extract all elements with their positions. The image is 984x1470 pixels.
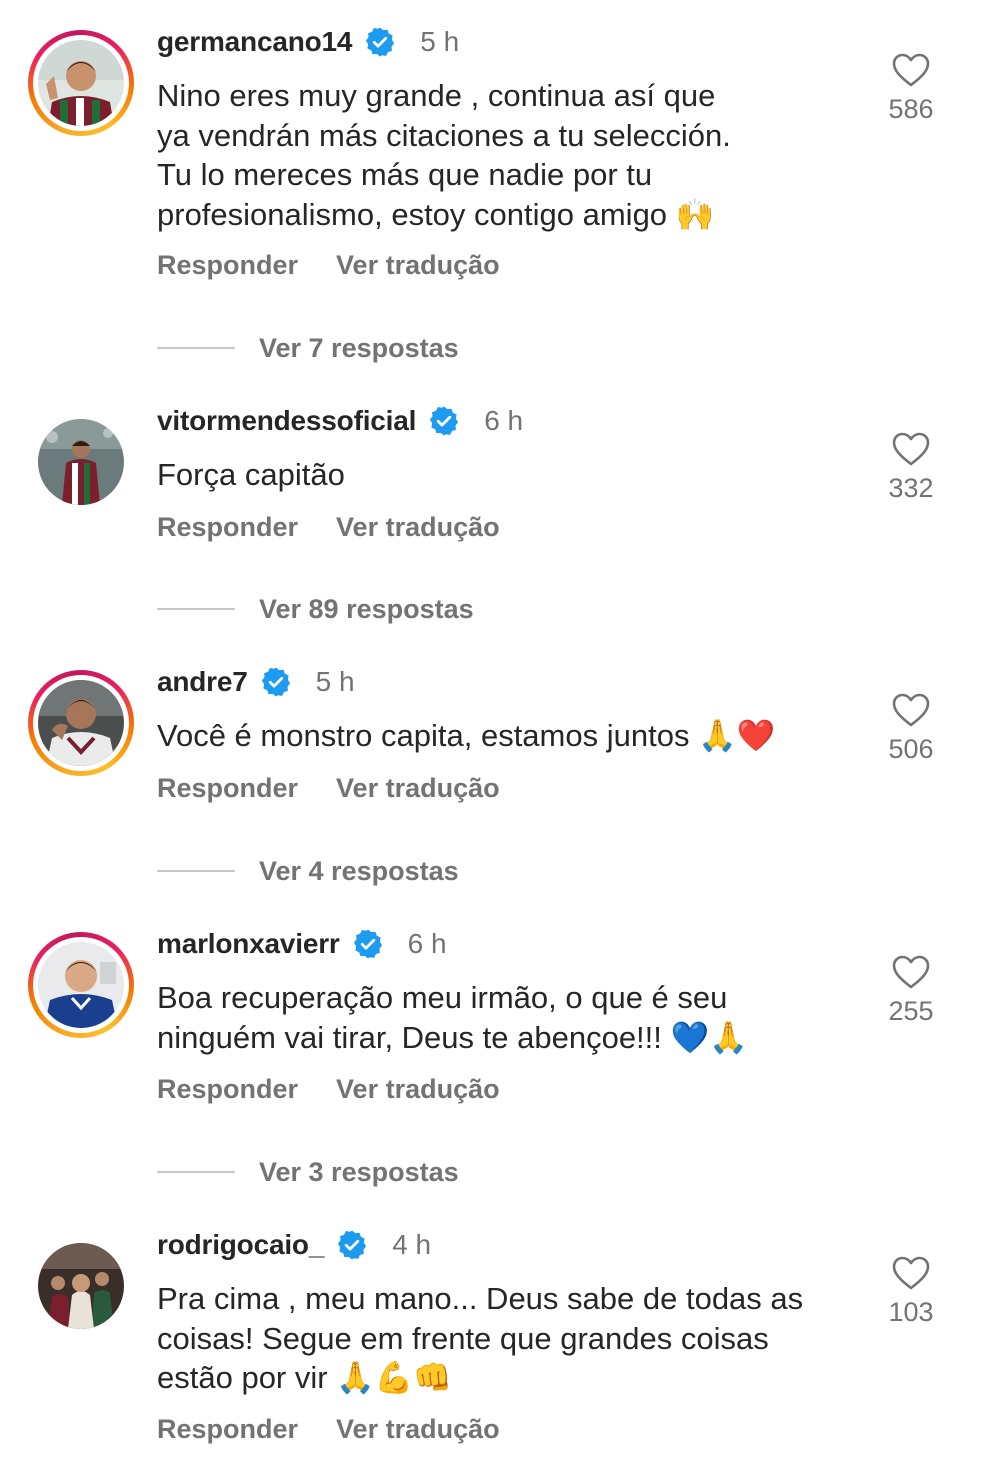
comment-time: 5 h bbox=[315, 666, 355, 697]
view-replies-label: Ver 4 respostas bbox=[259, 855, 459, 886]
reply-button[interactable]: Responder bbox=[157, 1074, 298, 1105]
reply-button[interactable]: Responder bbox=[157, 250, 298, 281]
like-count: 255 bbox=[888, 996, 934, 1026]
comment-time: 5 h bbox=[420, 26, 460, 57]
like-count: 103 bbox=[888, 1297, 934, 1327]
avatar[interactable] bbox=[28, 30, 134, 136]
view-replies-button[interactable]: Ver 89 respostas bbox=[157, 591, 474, 627]
see-translation-button[interactable]: Ver tradução bbox=[336, 512, 500, 543]
username[interactable]: vitormendessoficial bbox=[157, 405, 416, 437]
verified-badge-icon bbox=[428, 405, 460, 437]
like-count: 506 bbox=[888, 734, 934, 764]
heart-outline-icon[interactable] bbox=[891, 431, 931, 467]
avatar[interactable] bbox=[28, 670, 134, 776]
see-translation-button[interactable]: Ver tradução bbox=[336, 1074, 500, 1105]
view-replies-label: Ver 89 respostas bbox=[259, 593, 474, 624]
comment-text: Nino eres muy grande , continua así que … bbox=[157, 78, 731, 232]
username[interactable]: rodrigocaio_ bbox=[157, 1229, 324, 1261]
view-replies-button[interactable]: Ver 4 respostas bbox=[157, 853, 459, 889]
avatar[interactable] bbox=[28, 932, 134, 1038]
verified-badge-icon bbox=[352, 928, 384, 960]
heart-outline-icon[interactable] bbox=[891, 692, 931, 728]
comment-time: 6 h bbox=[484, 405, 524, 436]
comment-text: Força capitão bbox=[157, 457, 345, 492]
comment-text: Pra cima , meu mano... Deus sabe de toda… bbox=[157, 1281, 804, 1395]
like-count: 586 bbox=[888, 94, 934, 124]
divider bbox=[157, 870, 235, 872]
comment-text: Você é monstro capita, estamos juntos 🙏❤… bbox=[157, 718, 776, 753]
comment-time: 6 h bbox=[407, 928, 447, 959]
heart-outline-icon[interactable] bbox=[891, 1255, 931, 1291]
divider bbox=[157, 1171, 235, 1173]
comment-time: 4 h bbox=[392, 1229, 432, 1260]
view-replies-button[interactable]: Ver 7 respostas bbox=[157, 330, 459, 366]
divider bbox=[157, 347, 235, 349]
view-replies-button[interactable]: Ver 3 respostas bbox=[157, 1154, 459, 1190]
see-translation-button[interactable]: Ver tradução bbox=[336, 773, 500, 804]
reply-button[interactable]: Responder bbox=[157, 1414, 298, 1445]
username[interactable]: andre7 bbox=[157, 666, 248, 698]
view-replies-label: Ver 3 respostas bbox=[259, 1156, 459, 1187]
divider bbox=[157, 608, 235, 610]
verified-badge-icon bbox=[364, 26, 396, 58]
comment-text: Boa recuperação meu irmão, o que é seu n… bbox=[157, 980, 748, 1055]
reply-button[interactable]: Responder bbox=[157, 512, 298, 543]
view-replies-label: Ver 7 respostas bbox=[259, 332, 459, 363]
heart-outline-icon[interactable] bbox=[891, 954, 931, 990]
verified-badge-icon bbox=[260, 666, 292, 698]
username[interactable]: germancano14 bbox=[157, 26, 352, 58]
reply-button[interactable]: Responder bbox=[157, 773, 298, 804]
avatar[interactable] bbox=[28, 1233, 134, 1339]
avatar[interactable] bbox=[28, 409, 134, 515]
heart-outline-icon[interactable] bbox=[891, 52, 931, 88]
see-translation-button[interactable]: Ver tradução bbox=[336, 250, 500, 281]
verified-badge-icon bbox=[336, 1229, 368, 1261]
username[interactable]: marlonxavierr bbox=[157, 928, 340, 960]
like-count: 332 bbox=[888, 473, 934, 503]
see-translation-button[interactable]: Ver tradução bbox=[336, 1414, 500, 1445]
